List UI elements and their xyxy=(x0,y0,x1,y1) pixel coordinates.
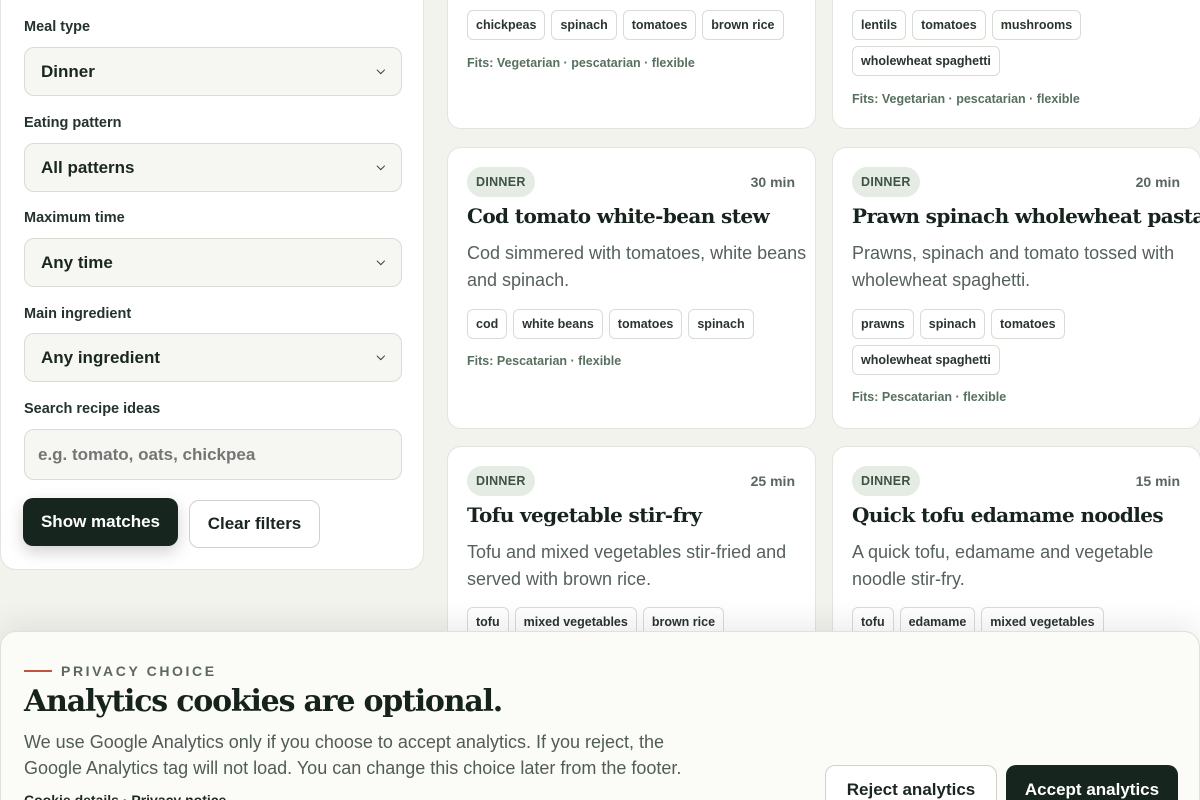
ingredient-tags: chickpeas spinach tomatoes brown rice xyxy=(467,10,807,40)
ingredient-tag[interactable]: brown rice xyxy=(702,10,784,40)
recipe-title[interactable]: Prawn spinach wholewheat pasta xyxy=(852,204,1200,228)
meal-type-value: Dinner xyxy=(41,61,95,81)
meal-type-label: Meal type xyxy=(24,19,91,35)
cookie-eyebrow: PRIVACY CHOICE xyxy=(24,663,217,679)
accept-analytics-button[interactable]: Accept analytics xyxy=(1006,765,1178,800)
recipe-description: Cod simmered with tomatoes, white beans … xyxy=(467,243,807,290)
chevron-down-icon: ⌵ xyxy=(376,65,385,77)
cookie-eyebrow-text: PRIVACY CHOICE xyxy=(61,663,217,679)
main-ingredient-value: Any ingredient xyxy=(41,347,161,367)
ingredient-tags: cod white beans tomatoes spinach xyxy=(467,309,807,339)
ingredient-tag[interactable]: tomatoes xyxy=(608,309,683,339)
recipe-description: A quick tofu, edamame and vegetable nood… xyxy=(852,542,1154,589)
reject-analytics-button[interactable]: Reject analytics xyxy=(825,765,997,800)
search-input[interactable] xyxy=(24,429,402,480)
main-ingredient-select[interactable]: Any ingredient ⌵ xyxy=(24,333,402,382)
link-separator: · xyxy=(118,792,132,800)
ingredient-tag[interactable]: cod xyxy=(467,309,508,339)
ingredient-tag[interactable]: wholewheat spaghetti xyxy=(852,345,1000,375)
ingredient-tag[interactable]: wholewheat spaghetti xyxy=(852,46,1000,76)
max-time-label: Maximum time xyxy=(24,210,125,226)
recipe-card[interactable]: lentils tomatoes mushrooms wholewheat sp… xyxy=(832,0,1200,129)
ingredient-tag[interactable]: spinach xyxy=(919,309,986,339)
filter-panel: Meal type Dinner ⌵ Eating pattern All pa… xyxy=(0,0,424,570)
cookie-banner: PRIVACY CHOICE Analytics cookies are opt… xyxy=(0,631,1200,800)
recipe-title[interactable]: Tofu vegetable stir-fry xyxy=(467,503,702,527)
eating-pattern-label: Eating pattern xyxy=(24,115,122,131)
ingredient-tag[interactable]: lentils xyxy=(852,10,907,40)
ingredient-tag[interactable]: tomatoes xyxy=(622,10,697,40)
eating-pattern-value: All patterns xyxy=(41,157,135,177)
max-time-value: Any time xyxy=(41,252,113,272)
show-matches-button[interactable]: Show matches xyxy=(23,498,178,546)
recipe-card[interactable]: DINNER 20 min Prawn spinach wholewheat p… xyxy=(832,147,1200,429)
ingredient-tag[interactable]: spinach xyxy=(551,10,617,40)
ingredient-tag[interactable]: chickpeas xyxy=(467,10,546,40)
cook-time: 30 min xyxy=(750,174,795,190)
cookie-title: Analytics cookies are optional. xyxy=(24,684,503,719)
recipe-title[interactable]: Quick tofu edamame noodles xyxy=(852,503,1164,527)
cookie-description: We use Google Analytics only if you choo… xyxy=(24,732,682,778)
fits-text: Fits: Vegetarian · pescatarian · flexibl… xyxy=(467,56,695,70)
ingredient-tags: lentils tomatoes mushrooms wholewheat sp… xyxy=(852,10,1192,76)
clear-filters-button[interactable]: Clear filters xyxy=(189,500,320,548)
recipe-description: Prawns, spinach and tomato tossed with w… xyxy=(852,243,1175,290)
search-label: Search recipe ideas xyxy=(24,401,161,417)
eating-pattern-select[interactable]: All patterns ⌵ xyxy=(24,143,402,192)
chevron-down-icon: ⌵ xyxy=(376,161,385,173)
cookie-details-link[interactable]: Cookie details xyxy=(24,792,119,800)
privacy-notice-link[interactable]: Privacy notice xyxy=(131,792,226,800)
ingredient-tags: prawns spinach tomatoes wholewheat spagh… xyxy=(852,309,1192,375)
ingredient-tag[interactable]: white beans xyxy=(513,309,603,339)
cook-time: 25 min xyxy=(750,473,795,489)
meal-badge: DINNER xyxy=(852,167,920,197)
cook-time: 20 min xyxy=(1135,174,1180,190)
ingredient-tag[interactable]: prawns xyxy=(852,309,914,339)
ingredient-tag[interactable]: tomatoes xyxy=(991,309,1065,339)
fits-text: Fits: Vegetarian · pescatarian · flexibl… xyxy=(852,92,1080,106)
fits-text: Fits: Pescatarian · flexible xyxy=(467,354,622,368)
cookie-links: Cookie details · Privacy notice xyxy=(24,792,226,800)
recipe-card[interactable]: DINNER 30 min Cod tomato white-bean stew… xyxy=(447,147,816,429)
meal-badge: DINNER xyxy=(852,466,920,496)
ingredient-tag[interactable]: mushrooms xyxy=(991,10,1082,40)
recipe-title[interactable]: Cod tomato white-bean stew xyxy=(467,204,770,228)
recipe-card[interactable]: chickpeas spinach tomatoes brown rice Fi… xyxy=(447,0,816,129)
ingredient-tag[interactable]: spinach xyxy=(688,309,754,339)
accent-line xyxy=(24,670,52,672)
meal-type-select[interactable]: Dinner ⌵ xyxy=(24,47,402,96)
max-time-select[interactable]: Any time ⌵ xyxy=(24,238,402,287)
chevron-down-icon: ⌵ xyxy=(376,351,385,363)
meal-badge: DINNER xyxy=(467,167,535,197)
recipe-description: Tofu and mixed vegetables stir-fried and… xyxy=(467,542,787,589)
chevron-down-icon: ⌵ xyxy=(376,256,385,268)
cook-time: 15 min xyxy=(1135,473,1180,489)
fits-text: Fits: Pescatarian · flexible xyxy=(852,390,1007,404)
main-ingredient-label: Main ingredient xyxy=(24,306,132,322)
meal-badge: DINNER xyxy=(467,466,535,496)
ingredient-tag[interactable]: tomatoes xyxy=(912,10,986,40)
